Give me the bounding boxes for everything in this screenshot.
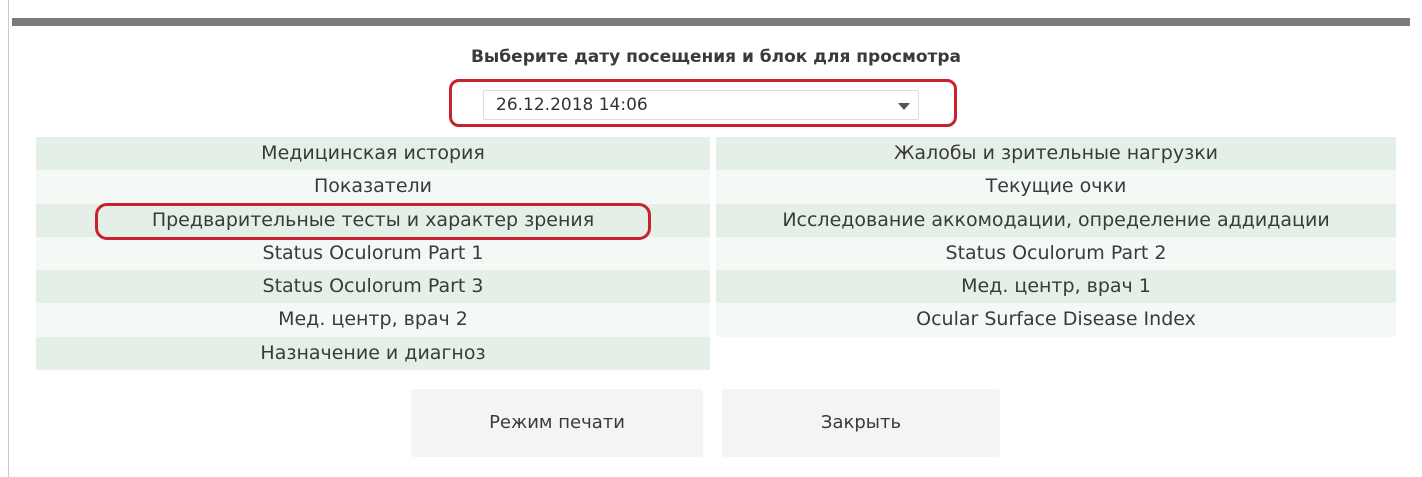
- visit-date-value: 26.12.2018 14:06: [496, 95, 648, 115]
- block-item-status-oculorum-2[interactable]: Status Oculorum Part 2: [716, 236, 1396, 271]
- block-item-med-center-doctor-1[interactable]: Мед. центр, врач 1: [716, 270, 1396, 304]
- block-item-osdi[interactable]: Ocular Surface Disease Index: [716, 303, 1396, 337]
- chevron-down-icon[interactable]: [898, 103, 910, 110]
- block-item-complaints[interactable]: Жалобы и зрительные нагрузки: [716, 137, 1396, 171]
- block-item-status-oculorum-3[interactable]: Status Oculorum Part 3: [36, 270, 710, 304]
- blocks-right-column: Жалобы и зрительные нагрузки Текущие очк…: [716, 137, 1396, 337]
- close-button[interactable]: Закрыть: [722, 389, 1000, 457]
- blocks-left-column: Медицинская история Показатели Предварит…: [36, 137, 710, 371]
- block-item-med-center-doctor-2[interactable]: Мед. центр, врач 2: [36, 303, 710, 337]
- block-item-current-glasses[interactable]: Текущие очки: [716, 170, 1396, 204]
- dialog-title: Выберите дату посещения и блок для просм…: [470, 47, 962, 67]
- block-item-prescription-diagnosis[interactable]: Назначение и диагноз: [36, 336, 710, 371]
- print-mode-button[interactable]: Режим печати: [411, 389, 703, 457]
- block-item-medical-history[interactable]: Медицинская история: [36, 137, 710, 171]
- block-item-status-oculorum-1[interactable]: Status Oculorum Part 1: [36, 236, 710, 271]
- block-item-accommodation-study[interactable]: Исследование аккомодации, определение ад…: [716, 203, 1396, 237]
- block-item-preliminary-tests[interactable]: Предварительные тесты и характер зрения: [36, 203, 710, 237]
- dialog-top-bar: [12, 18, 1410, 26]
- visit-date-select[interactable]: 26.12.2018 14:06: [483, 90, 919, 120]
- block-item-indicators[interactable]: Показатели: [36, 170, 710, 204]
